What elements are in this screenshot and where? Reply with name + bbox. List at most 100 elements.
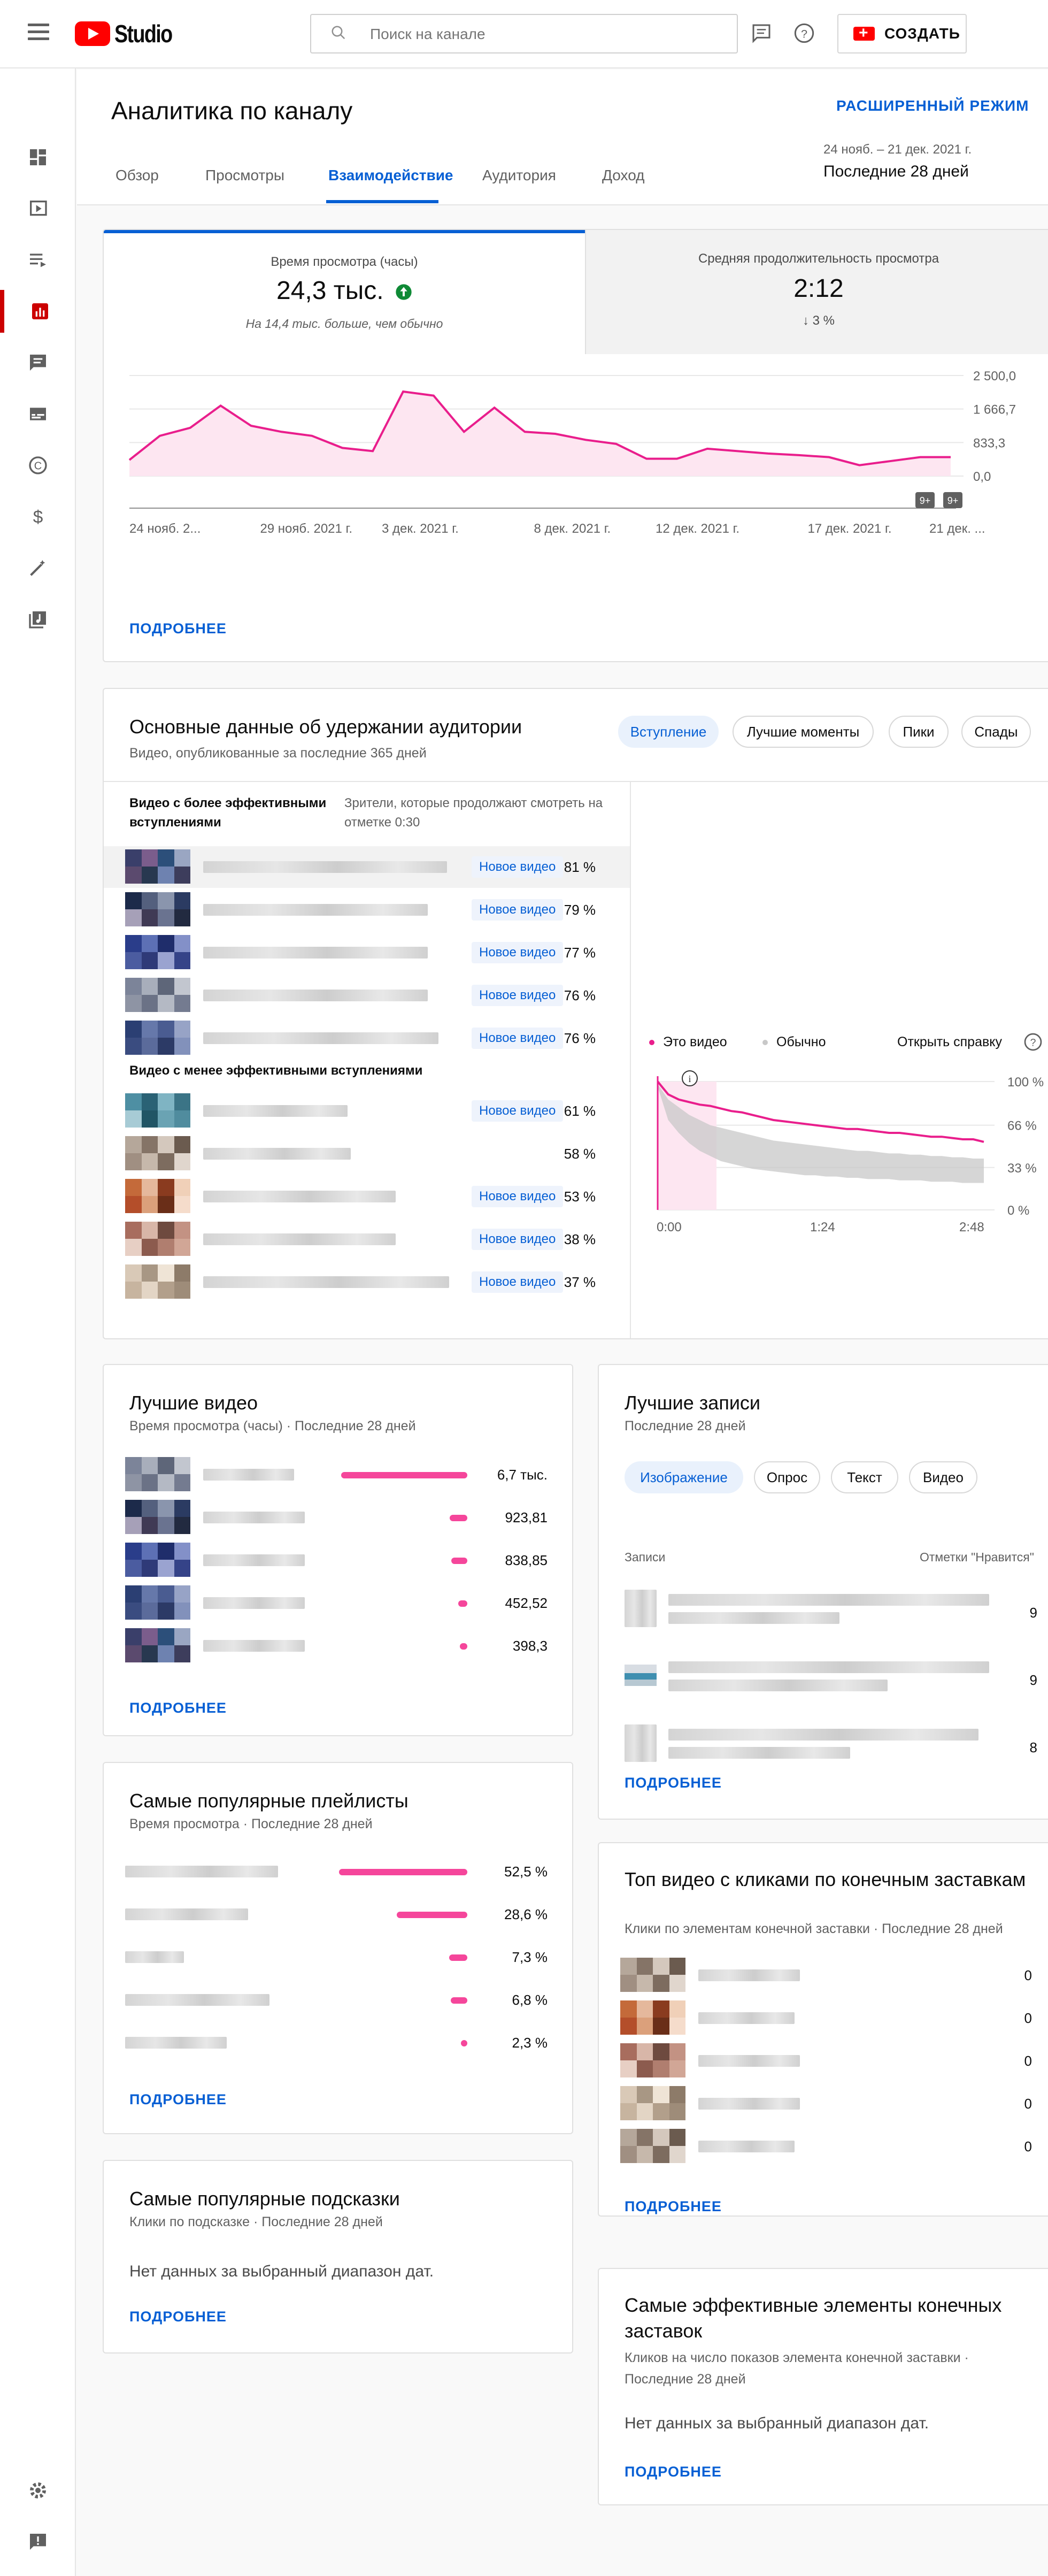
tab-overview[interactable]: Обзор [115, 167, 159, 184]
create-button[interactable]: СОЗДАТЬ [837, 14, 967, 53]
sidebar-item-comments[interactable] [0, 341, 76, 384]
list-item[interactable]: 452,52 [104, 1585, 572, 1621]
chip-best-moments[interactable]: Лучшие моменты [733, 716, 874, 748]
video-thumbnail[interactable] [125, 1136, 190, 1170]
top-videos-title: Лучшие видео [129, 1392, 258, 1414]
list-item[interactable]: 6,7 тыс. [104, 1457, 572, 1492]
top-videos-more-link[interactable]: ПОДРОБНЕЕ [129, 1700, 227, 1716]
list-item[interactable]: 28,6 % [104, 1897, 572, 1932]
list-item[interactable]: 0 [599, 2000, 1048, 2036]
chip-video[interactable]: Видео [909, 1461, 977, 1493]
video-title-blurred [203, 1597, 305, 1609]
period-selector[interactable]: Последние 28 дней [823, 163, 969, 181]
sidebar-item-monetization[interactable]: $ [0, 495, 76, 538]
list-item[interactable]: 0 [599, 2129, 1048, 2164]
list-item[interactable]: 2,3 % [104, 2025, 572, 2060]
video-thumbnail[interactable] [125, 1179, 190, 1213]
chip-dips[interactable]: Спады [961, 716, 1031, 748]
chip-text[interactable]: Текст [831, 1461, 898, 1493]
sidebar-item-customization[interactable] [0, 547, 76, 589]
video-thumbnail[interactable] [125, 1093, 190, 1128]
list-item[interactable]: Новое видео 61 % [104, 1093, 630, 1129]
video-thumbnail[interactable] [620, 2129, 685, 2163]
list-item[interactable]: 923,81 [104, 1500, 572, 1535]
messages-icon[interactable] [751, 22, 772, 44]
video-thumbnail[interactable] [125, 1585, 190, 1620]
list-item[interactable]: 58 % [104, 1136, 630, 1171]
metric-avg-duration[interactable]: Средняя продолжительность просмотра 2:12… [585, 230, 1048, 354]
video-thumbnail[interactable] [125, 1628, 190, 1662]
help-icon[interactable]: ? [1023, 1032, 1043, 1052]
endscreen-elements-more-link[interactable]: ПОДРОБНЕЕ [625, 2464, 722, 2480]
video-thumbnail[interactable] [125, 978, 190, 1012]
video-thumbnail[interactable] [125, 935, 190, 969]
sidebar-item-audio-library[interactable] [0, 598, 76, 641]
sidebar-item-copyright[interactable]: C [0, 444, 76, 487]
list-item[interactable]: 8 [599, 1719, 1048, 1773]
date-range[interactable]: 24 нояб. – 21 дек. 2021 г. [823, 142, 972, 157]
video-thumbnail[interactable] [125, 1021, 190, 1055]
sidebar-item-settings[interactable] [0, 2469, 76, 2512]
list-item[interactable]: 6,8 % [104, 1982, 572, 2018]
search-input[interactable] [370, 26, 691, 43]
studio-logo[interactable]: Studio [75, 19, 184, 48]
advanced-mode-link[interactable]: РАСШИРЕННЫЙ РЕЖИМ [836, 97, 1029, 114]
sidebar-item-content[interactable] [0, 187, 76, 230]
playlists-more-link[interactable]: ПОДРОБНЕЕ [129, 2091, 227, 2108]
chip-intro[interactable]: Вступление [618, 716, 719, 748]
list-item[interactable]: Новое видео 77 % [104, 935, 630, 970]
list-item[interactable]: 52,5 % [104, 1854, 572, 1889]
sidebar-item-analytics[interactable] [0, 290, 76, 333]
video-thumbnail[interactable] [125, 1543, 190, 1577]
list-item[interactable]: 0 [599, 2086, 1048, 2121]
tab-engagement[interactable]: Взаимодействие [328, 167, 453, 184]
list-item[interactable]: 838,85 [104, 1543, 572, 1578]
tab-revenue[interactable]: Доход [602, 167, 645, 184]
sidebar-item-feedback[interactable] [0, 2520, 76, 2563]
chip-image[interactable]: Изображение [625, 1461, 743, 1493]
tab-reach[interactable]: Просмотры [205, 167, 284, 184]
list-item[interactable]: 0 [599, 1958, 1048, 1993]
list-item[interactable]: Новое видео 81 % [104, 849, 630, 885]
top-posts-more-link[interactable]: ПОДРОБНЕЕ [625, 1775, 722, 1791]
metric-label: Средняя продолжительность просмотра [698, 251, 939, 266]
list-item[interactable]: Новое видео 37 % [104, 1264, 630, 1300]
help-icon[interactable]: ? [793, 22, 815, 44]
sidebar-item-subtitles[interactable] [0, 393, 76, 435]
endscreen-more-link[interactable]: ПОДРОБНЕЕ [625, 2198, 722, 2215]
video-thumbnail[interactable] [125, 1457, 190, 1491]
list-item[interactable]: Новое видео 76 % [104, 1021, 630, 1056]
list-item[interactable]: 0 [599, 2043, 1048, 2079]
list-item[interactable]: 9 [599, 1652, 1048, 1705]
list-item[interactable]: 398,3 [104, 1628, 572, 1663]
chip-peaks[interactable]: Пики [889, 716, 949, 748]
video-thumbnail[interactable] [125, 849, 190, 884]
list-item[interactable]: 9 [599, 1584, 1048, 1638]
cards-more-link[interactable]: ПОДРОБНЕЕ [129, 2309, 227, 2325]
video-thumbnail[interactable] [125, 892, 190, 926]
list-item[interactable]: 7,3 % [104, 1939, 572, 1975]
video-thumbnail[interactable] [125, 1222, 190, 1256]
list-item[interactable]: Новое видео 53 % [104, 1179, 630, 1214]
metric-watch-time[interactable]: Время просмотра (часы) 24,3 тыс. На 14,4… [104, 230, 585, 354]
playlist-title-blurred [125, 1951, 184, 1963]
chip-poll[interactable]: Опрос [754, 1461, 820, 1493]
sidebar-item-dashboard[interactable] [0, 136, 76, 179]
list-item[interactable]: Новое видео 38 % [104, 1222, 630, 1257]
tab-audience[interactable]: Аудитория [482, 167, 556, 184]
video-thumbnail[interactable] [620, 2086, 685, 2120]
video-thumbnail[interactable] [125, 1500, 190, 1534]
video-thumbnail[interactable] [620, 2000, 685, 2035]
list-item[interactable]: Новое видео 76 % [104, 978, 630, 1013]
menu-icon[interactable] [28, 24, 49, 40]
video-thumbnail[interactable] [620, 1958, 685, 1992]
post-thumbnail[interactable] [625, 1665, 657, 1686]
clicks-value: 0 [1024, 2053, 1032, 2069]
overview-more-link[interactable]: ПОДРОБНЕЕ [129, 620, 227, 637]
list-item[interactable]: Новое видео 79 % [104, 892, 630, 927]
help-link[interactable]: Открыть справку [897, 1034, 1002, 1050]
video-thumbnail[interactable] [125, 1264, 190, 1299]
video-thumbnail[interactable] [620, 2043, 685, 2077]
search-box[interactable] [310, 14, 738, 53]
sidebar-item-playlists[interactable] [0, 239, 76, 281]
